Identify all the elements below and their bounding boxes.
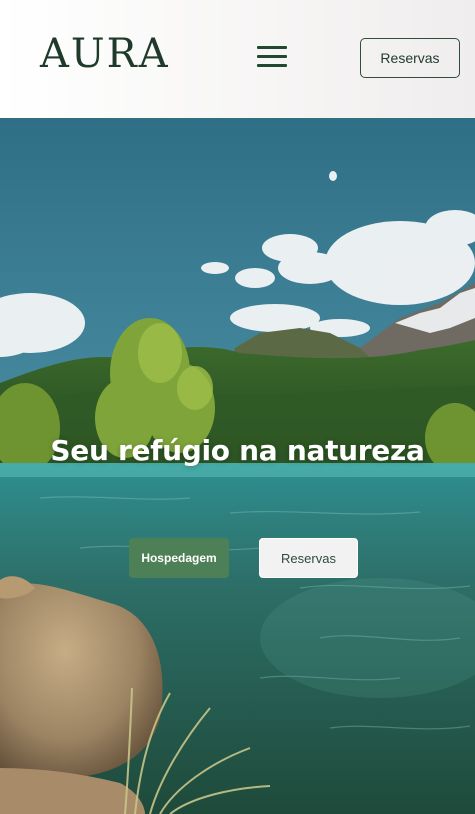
hero-reservas-button[interactable]: Reservas (259, 538, 358, 578)
menu-bar-top (257, 45, 287, 49)
menu-bar-bottom (257, 63, 287, 67)
hospedagem-button[interactable]: Hospedagem (129, 538, 229, 578)
hero-section: Seu refúgio na natureza Hospedagem Reser… (0, 118, 475, 814)
menu-bar-middle (257, 54, 287, 58)
header-reservas-button[interactable]: Reservas (360, 38, 460, 78)
hamburger-menu-icon[interactable] (252, 40, 292, 72)
hero-title: Seu refúgio na natureza (50, 434, 425, 467)
site-header: AURA Reservas (0, 0, 475, 118)
site-logo[interactable]: AURA (40, 32, 170, 76)
